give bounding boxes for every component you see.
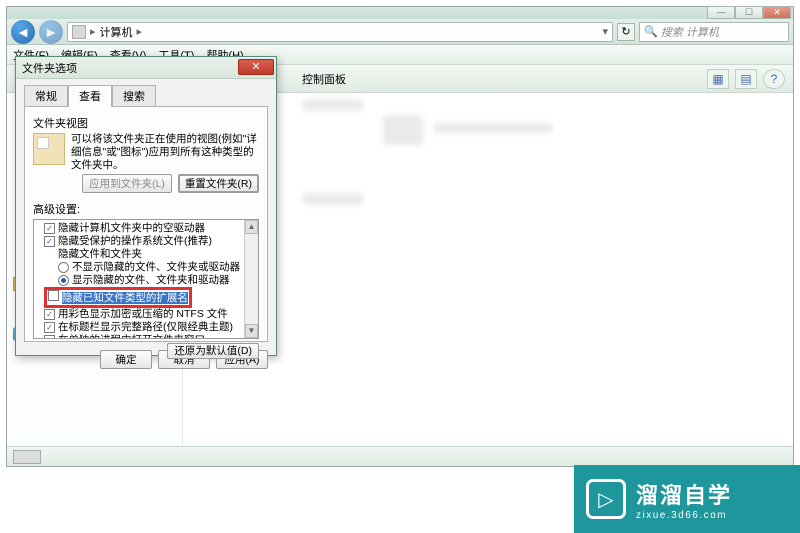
- reset-folders-button[interactable]: 重置文件夹(R): [178, 174, 259, 193]
- adv-item-label: 用彩色显示加密或压缩的 NTFS 文件: [58, 308, 228, 321]
- breadcrumb-dropdown-icon[interactable]: ▾: [602, 25, 608, 38]
- adv-item[interactable]: 不显示隐藏的文件、文件夹或驱动器: [36, 261, 256, 274]
- checkbox[interactable]: ✓: [44, 322, 55, 333]
- adv-item-label: 在标题栏显示完整路径(仅限经典主题): [58, 321, 233, 334]
- scrollbar[interactable]: ▲ ▼: [244, 220, 258, 338]
- folder-views-desc: 可以将该文件夹正在使用的视图(例如"详细信息"或"图标")应用到所有这种类型的文…: [71, 133, 259, 172]
- apply-to-folders-button[interactable]: 应用到文件夹(L): [82, 174, 172, 193]
- breadcrumb[interactable]: ▸ 计算机 ▸ ▾: [67, 22, 613, 42]
- checkbox[interactable]: ✓: [44, 309, 55, 320]
- adv-item[interactable]: ✓隐藏计算机文件夹中的空驱动器: [36, 222, 256, 235]
- watermark-title: 溜溜自学: [636, 478, 732, 510]
- search-placeholder: 搜索 计算机: [661, 24, 719, 40]
- nav-bar: ◄ ► ▸ 计算机 ▸ ▾ ↻ 🔍 搜索 计算机: [7, 19, 793, 45]
- checkbox[interactable]: [48, 290, 59, 301]
- tab-search[interactable]: 搜索: [112, 85, 156, 107]
- adv-item[interactable]: ✓隐藏受保护的操作系统文件(推荐): [36, 235, 256, 248]
- refresh-button[interactable]: ↻: [617, 23, 635, 41]
- adv-item[interactable]: 隐藏文件和文件夹: [36, 248, 256, 261]
- adv-item-label: 显示隐藏的文件、文件夹和驱动器: [72, 274, 230, 287]
- computer-icon: [72, 25, 86, 39]
- adv-item[interactable]: ✓用彩色显示加密或压缩的 NTFS 文件: [36, 308, 256, 321]
- radio[interactable]: [58, 262, 69, 273]
- close-button[interactable]: ✕: [763, 6, 791, 19]
- window-controls: — ☐ ✕: [707, 6, 791, 19]
- scroll-down-icon[interactable]: ▼: [245, 324, 258, 338]
- cmd-control-panel-label: 控制面板: [302, 71, 346, 87]
- forward-button[interactable]: ►: [39, 20, 63, 44]
- dialog-close-button[interactable]: ✕: [238, 59, 274, 75]
- breadcrumb-label: 计算机: [100, 24, 133, 40]
- search-input[interactable]: 🔍 搜索 计算机: [639, 22, 789, 42]
- adv-item-label: 不显示隐藏的文件、文件夹或驱动器: [72, 261, 240, 274]
- preview-pane-button[interactable]: ▤: [735, 69, 757, 89]
- tab-view[interactable]: 查看: [68, 85, 112, 107]
- tab-content-view: 文件夹视图 可以将该文件夹正在使用的视图(例如"详细信息"或"图标")应用到所有…: [24, 106, 268, 342]
- play-icon: ▷: [586, 479, 626, 519]
- adv-item-label: 隐藏受保护的操作系统文件(推荐): [58, 235, 212, 248]
- window-title-bar: — ☐ ✕: [7, 7, 793, 19]
- status-bar: [7, 446, 793, 466]
- minimize-button[interactable]: —: [707, 6, 735, 19]
- restore-defaults-button[interactable]: 还原为默认值(D): [167, 343, 259, 359]
- advanced-settings-list[interactable]: ✓隐藏计算机文件夹中的空驱动器✓隐藏受保护的操作系统文件(推荐)隐藏文件和文件夹…: [33, 219, 259, 339]
- view-mode-button[interactable]: ▦: [707, 69, 729, 89]
- radio[interactable]: [58, 275, 69, 286]
- folder-options-dialog: 文件夹选项 ✕ 常规 查看 搜索 文件夹视图 可以将该文件夹正在使用的视图(例如…: [15, 56, 277, 356]
- adv-item-label: 在单独的进程中打开文件夹窗口: [58, 334, 205, 339]
- adv-item[interactable]: 隐藏已知文件类型的扩展名: [36, 287, 256, 308]
- help-button[interactable]: ?: [763, 69, 785, 89]
- adv-item-label: 隐藏已知文件类型的扩展名: [62, 292, 188, 304]
- tab-general[interactable]: 常规: [24, 85, 68, 107]
- status-icon: [13, 450, 41, 464]
- watermark: ▷ 溜溜自学 zixue.3d66.com: [574, 465, 800, 533]
- bc-arrow-icon: ▸: [90, 25, 96, 38]
- dialog-title: 文件夹选项: [22, 60, 77, 76]
- search-icon: 🔍: [644, 25, 658, 38]
- checkbox[interactable]: ✓: [44, 236, 55, 247]
- back-button[interactable]: ◄: [11, 20, 35, 44]
- bc-arrow-icon: ▸: [137, 25, 143, 38]
- adv-item[interactable]: ✓在单独的进程中打开文件夹窗口: [36, 334, 256, 339]
- adv-item-label: 隐藏文件和文件夹: [58, 248, 142, 261]
- dialog-title-bar: 文件夹选项 ✕: [16, 57, 276, 79]
- folder-views-icon: [33, 133, 65, 165]
- folder-views-label: 文件夹视图: [33, 115, 259, 131]
- annotation-highlight: 隐藏已知文件类型的扩展名: [44, 287, 192, 308]
- watermark-url: zixue.3d66.com: [636, 510, 732, 521]
- adv-item-label: 隐藏计算机文件夹中的空驱动器: [58, 222, 205, 235]
- checkbox[interactable]: ✓: [44, 223, 55, 234]
- scroll-up-icon[interactable]: ▲: [245, 220, 258, 234]
- advanced-label: 高级设置:: [33, 201, 259, 217]
- dialog-tabs: 常规 查看 搜索: [24, 85, 268, 107]
- checkbox[interactable]: ✓: [44, 335, 55, 339]
- adv-item[interactable]: 显示隐藏的文件、文件夹和驱动器: [36, 274, 256, 287]
- maximize-button[interactable]: ☐: [735, 6, 763, 19]
- adv-item[interactable]: ✓在标题栏显示完整路径(仅限经典主题): [36, 321, 256, 334]
